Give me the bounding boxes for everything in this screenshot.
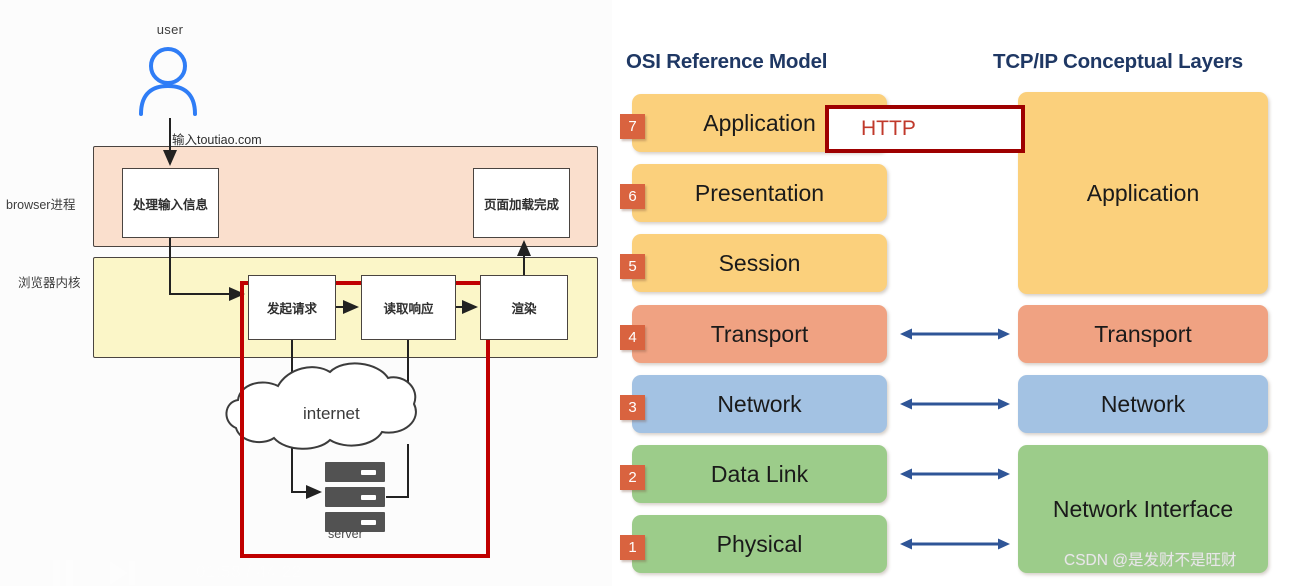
type-url-label: 输入toutiao.com [172, 133, 262, 147]
browser-process-label: browser进程 [6, 198, 76, 212]
osi-tcpip-layer-diagram: OSI Reference Model TCP/IP Conceptual La… [612, 0, 1304, 586]
osi-layer-badge-5: 5 [620, 254, 645, 279]
next-track-icon[interactable] [110, 561, 136, 586]
tcpip-layer-transport[interactable]: Transport [1018, 305, 1268, 363]
http-callout-label: HTTP [861, 117, 916, 140]
osi-layer-badge-7: 7 [620, 114, 645, 139]
user-label: user [156, 22, 184, 37]
osi-layer-presentation[interactable]: Presentation [632, 164, 887, 222]
screenshot-root: user browser进程 浏览器内核 输入toutiao.com 处理输入信… [0, 0, 1304, 586]
video-player-overlay: 01:58 / 44:22 [0, 548, 612, 586]
tcpip-layer-network[interactable]: Network [1018, 375, 1268, 433]
browser-kernel-label: 浏览器内核 [18, 276, 81, 290]
node-send-request: 发起请求 [248, 275, 336, 340]
node-read-response: 读取响应 [361, 275, 456, 340]
link-arrow-network-icon [900, 398, 1010, 410]
osi-layer-badge-4: 4 [620, 325, 645, 350]
link-arrow-physical-icon [900, 538, 1010, 550]
person-icon [137, 44, 199, 121]
pause-icon[interactable] [52, 560, 74, 586]
link-arrow-data-link-icon [900, 468, 1010, 480]
csdn-watermark: CSDN @是发财不是旺财 [1064, 552, 1237, 569]
node-render: 渲染 [480, 275, 568, 340]
osi-layer-session[interactable]: Session [632, 234, 887, 292]
browser-request-flow-diagram: user browser进程 浏览器内核 输入toutiao.com 处理输入信… [0, 0, 612, 586]
link-arrow-transport-icon [900, 328, 1010, 340]
osi-layer-badge-6: 6 [620, 184, 645, 209]
tcpip-column-header: TCP/IP Conceptual Layers [993, 50, 1244, 73]
osi-layer-data-link[interactable]: Data Link [632, 445, 887, 503]
http-callout-box: HTTP [825, 105, 1025, 153]
osi-layer-network[interactable]: Network [632, 375, 887, 433]
tcpip-layer-application[interactable]: Application [1018, 92, 1268, 294]
osi-layer-physical[interactable]: Physical [632, 515, 887, 573]
osi-layer-badge-1: 1 [620, 535, 645, 560]
osi-layer-badge-2: 2 [620, 465, 645, 490]
node-page-loaded: 页面加载完成 [473, 168, 570, 238]
osi-column-header: OSI Reference Model [626, 50, 828, 73]
node-handle-input: 处理输入信息 [122, 168, 219, 238]
osi-layer-badge-3: 3 [620, 395, 645, 420]
video-time-display: 01:58 / 44:22 [196, 562, 302, 581]
osi-layer-transport[interactable]: Transport [632, 305, 887, 363]
